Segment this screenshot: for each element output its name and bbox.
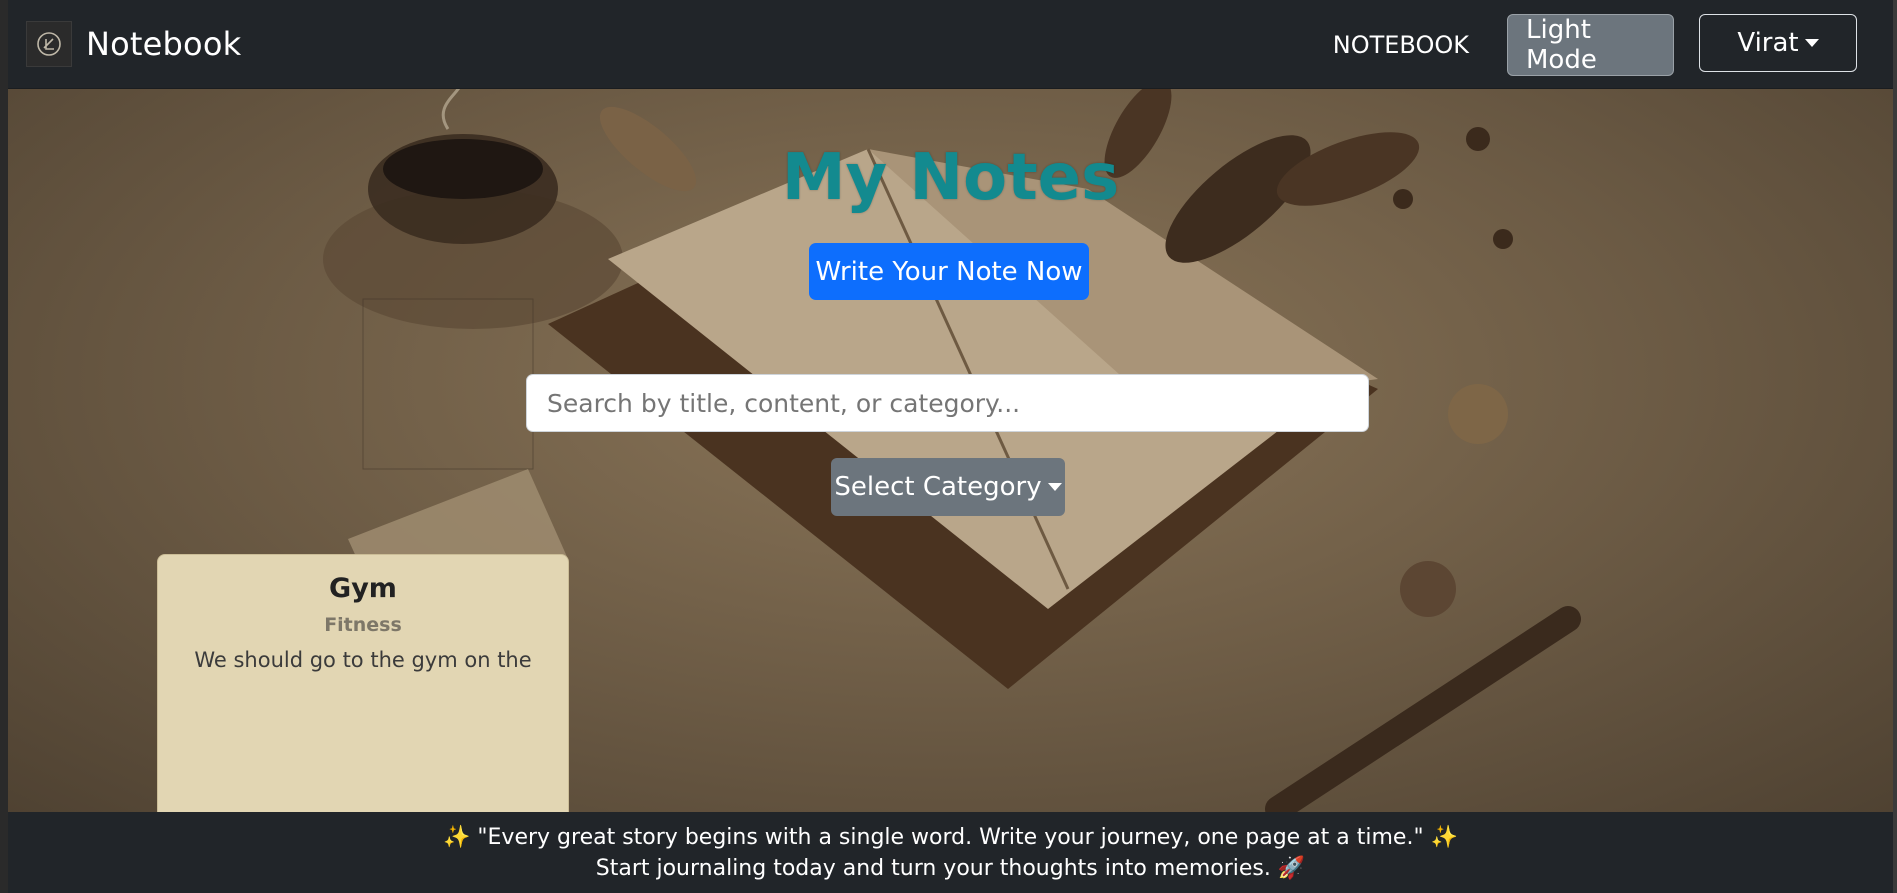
navbar: Notebook NOTEBOOK Light Mode Virat (8, 0, 1893, 89)
select-category-label: Select Category (834, 472, 1042, 502)
notebook-logo-icon (26, 21, 72, 67)
brand[interactable]: Notebook (26, 21, 241, 67)
note-content: We should go to the gym on the (194, 648, 532, 672)
nav-link-notebook[interactable]: NOTEBOOK (1333, 31, 1469, 59)
write-note-button[interactable]: Write Your Note Now (809, 243, 1089, 300)
note-card[interactable]: Gym Fitness We should go to the gym on t… (157, 554, 569, 812)
select-category-dropdown[interactable]: Select Category (831, 458, 1065, 516)
note-title: Gym (329, 573, 397, 604)
chevron-down-icon (1804, 38, 1819, 47)
app-root: Notebook NOTEBOOK Light Mode Virat My No… (8, 0, 1893, 893)
page-title: My Notes (781, 141, 1120, 215)
user-name: Virat (1737, 27, 1799, 58)
footer: ✨ "Every great story begins with a singl… (8, 812, 1893, 893)
footer-quote: ✨ "Every great story begins with a singl… (443, 825, 1458, 850)
window-edge (1893, 0, 1897, 893)
light-mode-button[interactable]: Light Mode (1507, 13, 1674, 76)
navbar-right: NOTEBOOK Light Mode Virat (1333, 0, 1893, 89)
note-category: Fitness (324, 614, 402, 636)
search-input[interactable] (526, 374, 1369, 432)
footer-tagline: Start journaling today and turn your tho… (595, 856, 1306, 881)
chevron-down-icon (1047, 483, 1062, 491)
user-menu-button[interactable]: Virat (1699, 13, 1857, 72)
brand-title: Notebook (86, 25, 242, 63)
hero-section: My Notes Write Your Note Now Select Cate… (8, 89, 1893, 812)
